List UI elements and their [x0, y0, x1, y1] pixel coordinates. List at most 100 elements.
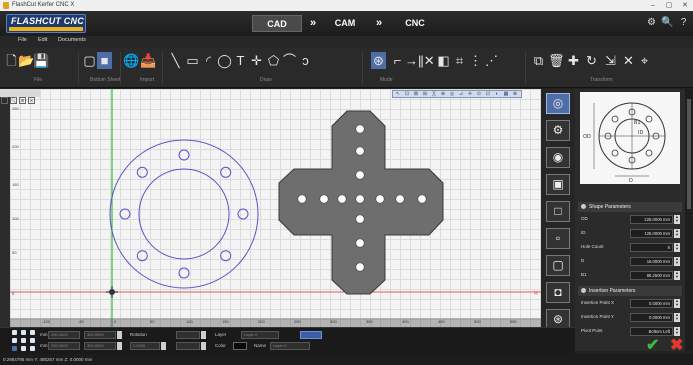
save-icon[interactable]: 💾 — [33, 52, 49, 69]
param-value[interactable]: Bottom Left — [630, 327, 673, 336]
array-icon[interactable]: ⌗ — [452, 52, 467, 69]
snap-tool-icon[interactable]: ⊿ — [457, 91, 465, 97]
plate-hole[interactable] — [355, 170, 365, 180]
search-icon[interactable]: 🔍 — [661, 16, 674, 29]
pivot-point[interactable] — [12, 346, 17, 351]
param-value[interactable]: 8 — [630, 243, 673, 252]
param-value[interactable]: 86.2500 mm — [630, 271, 673, 280]
spinner-icon[interactable]: ▲ ▼ — [674, 327, 680, 336]
mode-tab-cnc[interactable]: CNC — [390, 15, 440, 32]
snap-tool-icon[interactable]: ◎ — [448, 91, 456, 97]
polygon-icon[interactable]: ⬠ — [266, 52, 281, 69]
plate-hole[interactable] — [297, 194, 307, 204]
snap-tool-icon[interactable]: ⊡ — [403, 91, 411, 97]
distribute-icon[interactable]: ⋮ — [468, 52, 483, 69]
bolt-hole[interactable] — [119, 208, 131, 220]
trim-icon[interactable]: ⌐ — [390, 52, 405, 69]
curve-icon[interactable]: ⌒ — [282, 52, 297, 69]
scale-icon[interactable]: ⇲ — [603, 52, 618, 69]
snap-tool-icon[interactable]: ✛ — [466, 91, 474, 97]
flange-inner-circle[interactable] — [138, 168, 230, 260]
pivot-point[interactable] — [12, 338, 17, 343]
close-button[interactable]: ✕ — [678, 0, 692, 11]
drawing-canvas[interactable]: × — [10, 89, 541, 327]
bolt-hole[interactable] — [220, 250, 232, 262]
snap-tool-icon[interactable]: ⊠ — [412, 91, 420, 97]
y-field[interactable]: 350.0000 — [84, 342, 116, 350]
open-icon[interactable]: 📂 — [18, 52, 34, 69]
new-icon[interactable]: 🗋 — [4, 52, 19, 69]
spinner[interactable] — [161, 342, 166, 350]
text-icon[interactable]: T — [233, 52, 248, 69]
spinner-icon[interactable]: ▲ ▼ — [674, 299, 680, 308]
menu-file[interactable]: File — [18, 37, 27, 43]
mode-tab-cam[interactable]: CAM — [322, 15, 368, 32]
spinner-icon[interactable]: ▲ ▼ — [674, 243, 680, 252]
bolt-hole[interactable] — [237, 208, 249, 220]
circle-icon[interactable]: ◯ — [217, 52, 232, 69]
scrollbar-thumb[interactable] — [687, 99, 691, 209]
point-icon[interactable]: ✛ — [249, 52, 264, 69]
param-value[interactable]: 225.0000 mm — [630, 215, 673, 224]
snap-tool-icon[interactable]: ⊕ — [439, 91, 447, 97]
settings-icon[interactable]: ⚙ — [645, 16, 658, 29]
snap-tool-icon[interactable]: ◐ — [493, 91, 501, 97]
param-value[interactable]: 0.0000 mm — [630, 299, 673, 308]
color-swatch[interactable] — [233, 342, 247, 350]
close-view-icon[interactable]: ✕ — [28, 97, 35, 104]
spinner[interactable] — [201, 331, 206, 339]
plate-hole[interactable] — [337, 194, 347, 204]
shape-square-ring-icon[interactable]: ◉ — [546, 147, 570, 168]
plate-hole[interactable] — [355, 262, 365, 272]
pivot-point[interactable] — [21, 330, 26, 335]
pivot-point[interactable] — [30, 330, 35, 335]
spinner-icon[interactable]: ▲ ▼ — [674, 229, 680, 238]
mode-tab-cad[interactable]: CAD — [252, 15, 302, 32]
spinner[interactable] — [201, 342, 206, 350]
delete-icon[interactable]: 🗑 — [548, 52, 565, 69]
arc-icon[interactable]: ◜ — [201, 52, 216, 69]
snap-tool-icon[interactable]: ▦ — [502, 91, 510, 97]
menu-edit[interactable]: Edit — [38, 37, 47, 43]
size-field[interactable] — [176, 342, 200, 350]
plate-hole[interactable] — [395, 194, 405, 204]
shape-slot-icon[interactable]: ▫ — [546, 228, 570, 249]
pivot-point[interactable] — [12, 330, 17, 335]
x-field[interactable]: 200.0000 — [48, 342, 80, 350]
sheet-outline-icon[interactable]: ▢ — [82, 52, 97, 69]
param-value[interactable]: 125.0000 mm — [630, 229, 673, 238]
align-icon[interactable]: ⋰ — [484, 52, 499, 69]
pivot-grid[interactable] — [12, 330, 36, 353]
shape-frame-icon[interactable]: ▣ — [546, 174, 570, 195]
plate-hole[interactable] — [417, 194, 427, 204]
height-field[interactable]: 350.0000 — [84, 331, 116, 339]
offset-icon[interactable]: ◧ — [436, 52, 451, 69]
param-value[interactable]: 0.0000 mm — [630, 313, 673, 322]
flange-outer-circle[interactable] — [109, 139, 259, 289]
name-field[interactable]: Layer 0 — [270, 342, 310, 350]
explode-icon[interactable]: ⌖ — [637, 52, 652, 69]
move-icon[interactable]: ✚ — [566, 52, 581, 69]
pivot-point[interactable] — [21, 338, 26, 343]
snap-tool-icon[interactable]: ⊗ — [511, 91, 519, 97]
shape-square-icon[interactable]: □ — [546, 201, 570, 222]
copy-icon[interactable]: ⧉ — [531, 52, 546, 69]
panel-scrollbar[interactable] — [685, 89, 693, 351]
snap-tool-icon[interactable]: ⊙ — [475, 91, 483, 97]
zoom-fit-icon[interactable]: ⊡ — [1, 97, 8, 104]
spinner[interactable] — [117, 342, 122, 350]
spinner-icon[interactable]: ▲ ▼ — [674, 313, 680, 322]
shape_parameters-header[interactable]: Shape Parameters — [578, 202, 682, 212]
spiral-icon[interactable]: ↄ — [298, 52, 313, 69]
bolt-hole[interactable] — [136, 250, 148, 262]
pivot-point[interactable] — [30, 338, 35, 343]
maximize-button[interactable]: ▢ — [662, 0, 676, 11]
bolt-hole[interactable] — [220, 166, 232, 178]
import-icon[interactable]: 📥 — [140, 52, 156, 69]
mirror-icon[interactable]: |✕ — [420, 52, 435, 69]
ok-button[interactable]: ✔ — [646, 338, 662, 354]
shape-gear-ring-icon[interactable]: ⚙ — [546, 120, 570, 141]
plate-hole[interactable] — [355, 194, 365, 204]
pivot-point[interactable] — [21, 346, 26, 351]
shape-square-hole-icon[interactable]: ◘ — [546, 282, 570, 303]
